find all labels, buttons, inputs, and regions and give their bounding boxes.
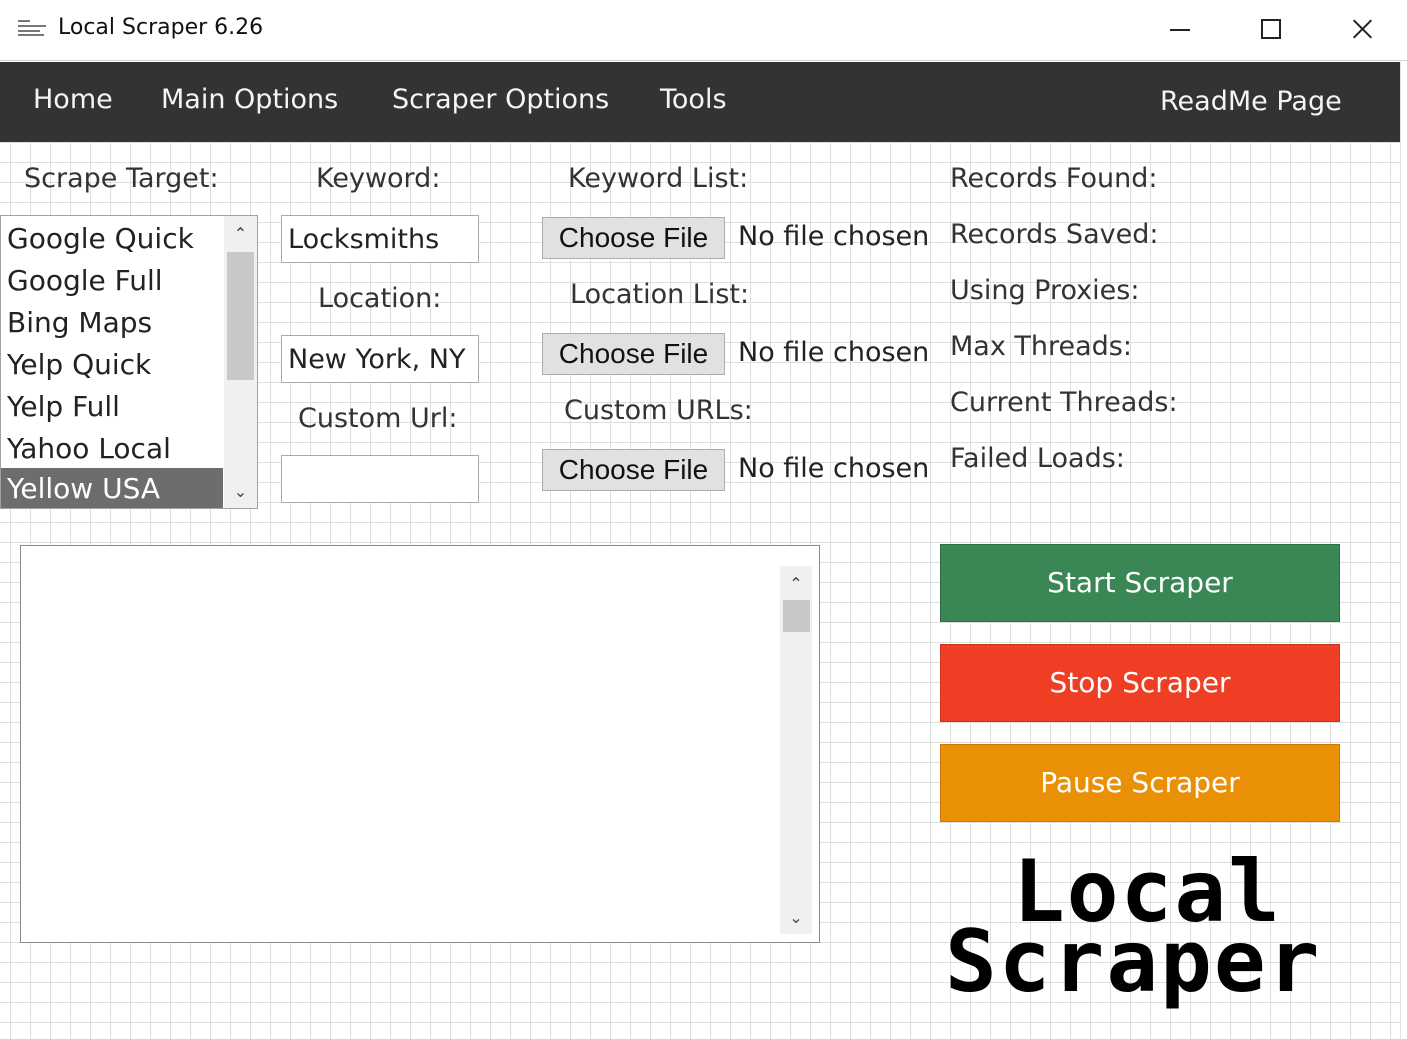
location-label: Location: [318, 283, 442, 314]
close-icon[interactable] [1340, 10, 1384, 50]
keyword-list-file-status: No file chosen [738, 221, 930, 252]
nav-bar: Home Main Options Scraper Options Tools … [0, 62, 1400, 142]
keyword-list-choose-file-button[interactable]: Choose File [542, 217, 725, 259]
scrape-target-list[interactable]: Google Quick Google Full Bing Maps Yelp … [0, 215, 258, 509]
location-input[interactable] [281, 335, 479, 383]
custom-urls-label: Custom URLs: [564, 395, 753, 426]
keyword-label: Keyword: [316, 163, 441, 194]
current-threads-label: Current Threads: [950, 387, 1178, 418]
records-found-label: Records Found: [950, 163, 1158, 194]
using-proxies-label: Using Proxies: [950, 275, 1140, 306]
chevron-up-icon[interactable]: ⌃ [224, 224, 257, 244]
max-threads-label: Max Threads: [950, 331, 1132, 362]
chevron-down-icon[interactable]: ⌄ [780, 908, 812, 928]
window-title: Local Scraper 6.26 [58, 15, 264, 40]
logo-line-2: Scraper [945, 912, 1322, 1012]
failed-loads-label: Failed Loads: [950, 443, 1125, 474]
log-scrollbar[interactable]: ⌃ ⌄ [780, 566, 812, 934]
nav-tools[interactable]: Tools [660, 84, 727, 115]
keyword-list-label: Keyword List: [568, 163, 749, 194]
start-scraper-button[interactable]: Start Scraper [940, 544, 1340, 622]
custom-urls-choose-file-button[interactable]: Choose File [542, 449, 725, 491]
list-item[interactable]: Bing Maps [1, 302, 223, 344]
records-saved-label: Records Saved: [950, 219, 1159, 250]
title-bar: Local Scraper 6.26 [0, 0, 1407, 61]
location-list-choose-file-button[interactable]: Choose File [542, 333, 725, 375]
custom-url-label: Custom Url: [298, 403, 458, 434]
minimize-icon[interactable] [1158, 10, 1202, 50]
keyword-input[interactable] [281, 215, 479, 263]
nav-home[interactable]: Home [33, 84, 113, 115]
scrape-target-label: Scrape Target: [24, 163, 219, 194]
nav-scraper-options[interactable]: Scraper Options [392, 84, 609, 115]
custom-url-input[interactable] [281, 455, 479, 503]
list-item[interactable]: Yelp Quick [1, 344, 223, 386]
app-logo-icon [18, 20, 46, 36]
log-output[interactable]: ⌃ ⌄ [20, 545, 820, 943]
scrollbar-thumb[interactable] [227, 252, 254, 380]
list-item[interactable]: Google Quick [1, 218, 223, 260]
list-scrollbar[interactable]: ⌃ ⌄ [224, 216, 257, 508]
window-edge [1400, 62, 1407, 1039]
location-list-file-status: No file chosen [738, 337, 930, 368]
pause-scraper-button[interactable]: Pause Scraper [940, 744, 1340, 822]
list-item[interactable]: Google Full [1, 260, 223, 302]
list-item-selected[interactable]: Yellow USA [1, 468, 223, 508]
chevron-down-icon[interactable]: ⌄ [224, 482, 257, 502]
location-list-label: Location List: [570, 279, 750, 310]
list-item[interactable]: Yahoo Local [1, 428, 223, 470]
maximize-icon[interactable] [1248, 10, 1292, 50]
local-scraper-logo: Local Scraper [945, 849, 1335, 1012]
custom-urls-file-status: No file chosen [738, 453, 930, 484]
nav-readme[interactable]: ReadMe Page [1160, 86, 1342, 117]
nav-main-options[interactable]: Main Options [161, 84, 338, 115]
scrollbar-thumb[interactable] [783, 600, 810, 632]
stop-scraper-button[interactable]: Stop Scraper [940, 644, 1340, 722]
list-item[interactable]: Yelp Full [1, 386, 223, 428]
chevron-up-icon[interactable]: ⌃ [780, 574, 812, 594]
